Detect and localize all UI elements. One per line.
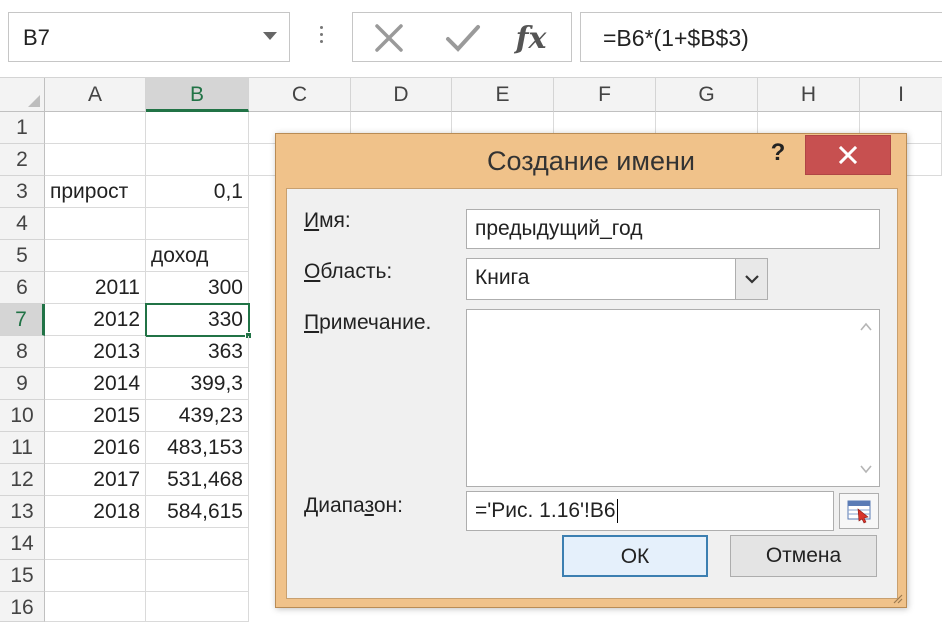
ok-button[interactable]: ОК: [562, 535, 708, 577]
row-header-15[interactable]: 15: [0, 560, 45, 592]
text-cursor: [616, 499, 618, 524]
cell-a9[interactable]: 2014: [45, 368, 146, 400]
column-header-g[interactable]: G: [656, 78, 758, 112]
confirm-entry-icon[interactable]: [443, 19, 483, 57]
row-header-2[interactable]: 2: [0, 144, 45, 176]
column-header-h[interactable]: H: [758, 78, 860, 112]
row-header-1[interactable]: 1: [0, 112, 45, 144]
comment-textarea[interactable]: [466, 309, 880, 487]
scope-select[interactable]: Книга: [466, 258, 768, 300]
select-all-corner[interactable]: [0, 78, 45, 112]
cell-a15[interactable]: [45, 560, 146, 592]
formula-buttons: fx: [352, 12, 572, 62]
cell-b2[interactable]: [146, 144, 249, 176]
formula-bar: B7 fx =B6*(1+$B$3): [0, 0, 942, 78]
cell-a8[interactable]: 2013: [45, 336, 146, 368]
row-header-8[interactable]: 8: [0, 336, 45, 368]
name-label: Имя:: [304, 209, 351, 232]
cell-a1[interactable]: [45, 112, 146, 144]
chevron-down-icon: [744, 275, 759, 284]
row-header-10[interactable]: 10: [0, 400, 45, 432]
row-header-4[interactable]: 4: [0, 208, 45, 240]
cell-a11[interactable]: 2016: [45, 432, 146, 464]
row-header-14[interactable]: 14: [0, 528, 45, 560]
name-box-value[interactable]: B7: [23, 25, 50, 51]
name-box-dropdown-icon[interactable]: [263, 32, 277, 40]
row-header-7[interactable]: 7: [0, 304, 45, 336]
resize-grip-icon[interactable]: [891, 592, 903, 604]
cell-b11[interactable]: 483,153: [146, 432, 249, 464]
cell-b5[interactable]: доход: [146, 240, 249, 272]
cell-i2[interactable]: [906, 144, 942, 176]
cell-a7[interactable]: 2012: [45, 304, 146, 336]
scroll-down-icon[interactable]: [859, 462, 873, 476]
cell-b13[interactable]: 584,615: [146, 496, 249, 528]
row-header-5[interactable]: 5: [0, 240, 45, 272]
cell-b10[interactable]: 439,23: [146, 400, 249, 432]
row-header-13[interactable]: 13: [0, 496, 45, 528]
comment-label: Примечание.: [304, 311, 432, 334]
row-header-12[interactable]: 12: [0, 464, 45, 496]
cell-a10[interactable]: 2015: [45, 400, 146, 432]
scope-label: Область:: [304, 260, 393, 283]
cell-a6[interactable]: 2011: [45, 272, 146, 304]
cell-a5[interactable]: [45, 240, 146, 272]
cell-a2[interactable]: [45, 144, 146, 176]
name-box[interactable]: B7: [8, 12, 290, 62]
cell-a4[interactable]: [45, 208, 146, 240]
cell-a16[interactable]: [45, 592, 146, 622]
cell-a3[interactable]: прирост: [45, 176, 146, 208]
insert-function-icon[interactable]: fx: [511, 19, 551, 57]
help-icon[interactable]: ?: [766, 138, 790, 168]
row-header-3[interactable]: 3: [0, 176, 45, 208]
cell-b12[interactable]: 531,468: [146, 464, 249, 496]
row-header-9[interactable]: 9: [0, 368, 45, 400]
comment-scrollbar[interactable]: [852, 310, 880, 486]
range-value: ='Рис. 1.16'!B6: [475, 499, 616, 522]
range-select-icon: [847, 500, 871, 524]
column-header-c[interactable]: C: [249, 78, 351, 112]
close-icon: [838, 145, 858, 165]
row-header-6[interactable]: 6: [0, 272, 45, 304]
scope-dropdown-button[interactable]: [735, 259, 767, 299]
row-header-16[interactable]: 16: [0, 592, 45, 622]
dialog-body: Имя: предыдущий_год Область: Книга Приме…: [286, 188, 898, 599]
formula-input[interactable]: =B6*(1+$B$3): [580, 12, 942, 62]
close-button[interactable]: [805, 135, 891, 175]
cell-a13[interactable]: 2018: [45, 496, 146, 528]
column-header-b[interactable]: B: [146, 78, 249, 112]
name-input[interactable]: предыдущий_год: [466, 209, 880, 249]
cancel-entry-icon[interactable]: [369, 19, 409, 57]
cell-a12[interactable]: 2017: [45, 464, 146, 496]
vertical-dots-icon[interactable]: [314, 22, 328, 52]
row-header-11[interactable]: 11: [0, 432, 45, 464]
column-header-d[interactable]: D: [351, 78, 452, 112]
cell-b8[interactable]: 363: [146, 336, 249, 368]
scope-value: Книга: [475, 266, 530, 289]
collapse-dialog-button[interactable]: [839, 493, 879, 529]
cell-b3[interactable]: 0,1: [146, 176, 249, 208]
column-header-a[interactable]: A: [45, 78, 146, 112]
cancel-button[interactable]: Отмена: [730, 535, 877, 577]
range-label: Диапазон:: [304, 494, 403, 517]
cell-b16[interactable]: [146, 592, 249, 622]
column-header-f[interactable]: F: [554, 78, 656, 112]
cell-b4[interactable]: [146, 208, 249, 240]
column-header-i[interactable]: I: [860, 78, 942, 112]
scroll-up-icon[interactable]: [859, 320, 873, 334]
cell-b14[interactable]: [146, 528, 249, 560]
cell-b1[interactable]: [146, 112, 249, 144]
range-input[interactable]: ='Рис. 1.16'!B6: [466, 491, 834, 531]
formula-value[interactable]: =B6*(1+$B$3): [603, 25, 749, 52]
cell-b7-active[interactable]: 330: [145, 303, 250, 337]
cell-b6[interactable]: 300: [146, 272, 249, 304]
cell-b15[interactable]: [146, 560, 249, 592]
cell-a14[interactable]: [45, 528, 146, 560]
create-name-dialog: Создание имени ? Имя: предыдущий_год Обл…: [275, 133, 907, 608]
column-header-e[interactable]: E: [452, 78, 554, 112]
cell-b9[interactable]: 399,3: [146, 368, 249, 400]
